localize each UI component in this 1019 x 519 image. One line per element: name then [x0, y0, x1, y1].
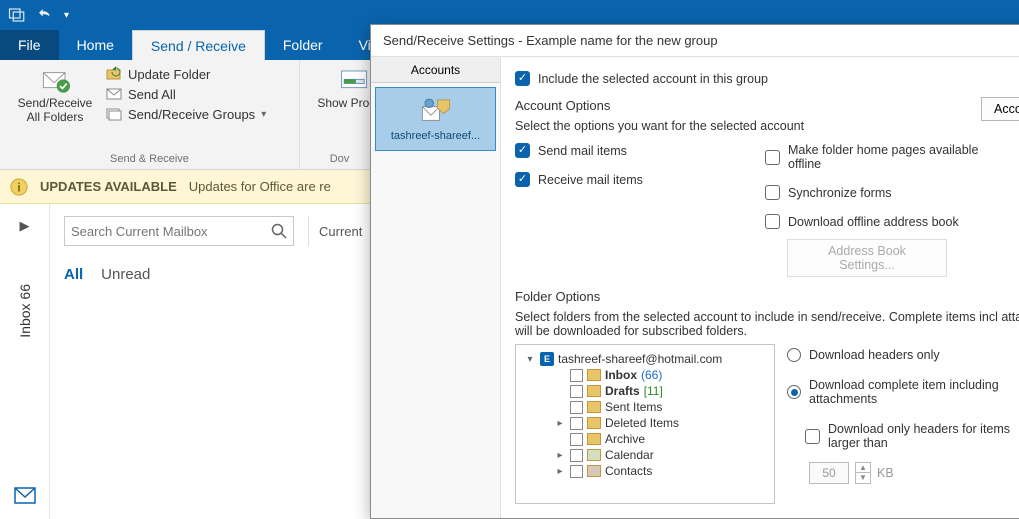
size-unit: KB — [877, 466, 894, 480]
update-folder-label: Update Folder — [128, 67, 210, 82]
download-complete-label: Download complete item including attachm… — [809, 378, 1009, 406]
window-icon — [8, 6, 26, 24]
search-box[interactable] — [64, 216, 294, 246]
search-icon[interactable] — [271, 223, 287, 239]
update-folder-button[interactable]: Update Folder — [106, 66, 266, 82]
download-oab-checkbox[interactable] — [765, 214, 780, 229]
receive-mail-label: Receive mail items — [538, 173, 643, 187]
ribbon-group-label2: Dov — [310, 153, 369, 169]
filter-unread[interactable]: Unread — [101, 266, 150, 283]
receive-mail-checkbox[interactable] — [515, 172, 530, 187]
search-scope-button[interactable]: Current — [308, 216, 362, 246]
tab-send-receive[interactable]: Send / Receive — [132, 30, 265, 60]
size-input[interactable] — [809, 462, 849, 484]
download-larger-label: Download only headers for items larger t… — [828, 422, 1019, 450]
account-options-header: Account Options — [515, 98, 1019, 113]
inbox-vertical-label[interactable]: Inbox 66 — [17, 284, 33, 338]
send-mail-label: Send mail items — [538, 144, 627, 158]
account-name: tashreef-shareef... — [391, 130, 480, 142]
tree-inbox[interactable]: Inbox — [605, 368, 637, 382]
tree-calendar[interactable]: Calendar — [605, 448, 654, 462]
tree-archive[interactable]: Archive — [605, 432, 645, 446]
folder-options-desc: Select folders from the selected account… — [515, 310, 1019, 338]
size-spinner[interactable]: ▲▼ — [855, 462, 871, 484]
tree-sent[interactable]: Sent Items — [605, 400, 662, 414]
download-oab-label: Download offline address book — [788, 215, 959, 229]
download-headers-radio[interactable] — [787, 348, 801, 362]
infobar-text: Updates for Office are re — [189, 179, 331, 194]
include-account-checkbox[interactable] — [515, 71, 530, 86]
make-home-checkbox[interactable] — [765, 150, 780, 165]
svg-text:i: i — [17, 181, 20, 194]
qat-dropdown-icon[interactable]: ▾ — [64, 10, 69, 21]
send-all-label: Send All — [128, 87, 176, 102]
search-scope-label: Current — [319, 224, 362, 239]
send-receive-all-label: Send/Receive All Folders — [10, 96, 100, 125]
tree-contacts[interactable]: Contacts — [605, 464, 652, 478]
expand-nav-icon[interactable]: ▶ — [20, 218, 30, 234]
dropdown-icon: ▾ — [261, 109, 266, 120]
account-options-desc: Select the options you want for the sele… — [515, 119, 1019, 133]
account-item[interactable]: tashreef-shareef... — [375, 87, 496, 151]
dialog-title: Send/Receive Settings - Example name for… — [371, 25, 1019, 57]
folder-options-header: Folder Options — [515, 289, 1019, 304]
send-receive-settings-dialog: Send/Receive Settings - Example name for… — [370, 24, 1019, 519]
sync-forms-checkbox[interactable] — [765, 185, 780, 200]
download-headers-label: Download headers only — [809, 348, 940, 362]
tree-root[interactable]: tashreef-shareef@hotmail.com — [558, 352, 722, 366]
tree-deleted[interactable]: Deleted Items — [605, 416, 679, 430]
download-larger-checkbox[interactable] — [805, 429, 820, 444]
search-input[interactable] — [71, 224, 265, 239]
tree-drafts[interactable]: Drafts — [605, 384, 640, 398]
sync-forms-label: Synchronize forms — [788, 186, 892, 200]
make-home-label: Make folder home pages available offline — [788, 143, 998, 171]
download-complete-radio[interactable] — [787, 385, 801, 399]
infobar-title: UPDATES AVAILABLE — [40, 179, 177, 194]
accounts-header: Accounts — [371, 57, 500, 83]
send-receive-all-button[interactable]: Send/Receive All Folders — [10, 66, 100, 125]
filter-all[interactable]: All — [64, 266, 83, 283]
address-book-settings-button: Address Book Settings... — [787, 239, 947, 277]
tab-home[interactable]: Home — [59, 30, 132, 60]
account-settings-panel: Include the selected account in this gro… — [501, 57, 1019, 518]
info-icon: i — [10, 178, 28, 196]
tab-folder[interactable]: Folder — [265, 30, 341, 60]
send-mail-checkbox[interactable] — [515, 143, 530, 158]
send-all-button[interactable]: Send All — [106, 86, 266, 102]
folder-tree[interactable]: ▾Etashreef-shareef@hotmail.com Inbox (66… — [515, 344, 775, 504]
mail-icon[interactable] — [14, 487, 36, 505]
send-receive-groups-button[interactable]: Send/Receive Groups ▾ — [106, 106, 266, 122]
tab-file[interactable]: File — [0, 30, 59, 60]
accounts-panel: Accounts tashreef-shareef... — [371, 57, 501, 518]
ribbon-group-label: Send & Receive — [10, 153, 289, 169]
undo-icon[interactable] — [36, 6, 54, 24]
include-account-label: Include the selected account in this gro… — [538, 72, 768, 86]
nav-pane-collapsed: ▶ Inbox 66 — [0, 204, 50, 519]
send-receive-groups-label: Send/Receive Groups — [128, 107, 255, 122]
account-properties-button[interactable]: Account Prope — [981, 97, 1019, 121]
